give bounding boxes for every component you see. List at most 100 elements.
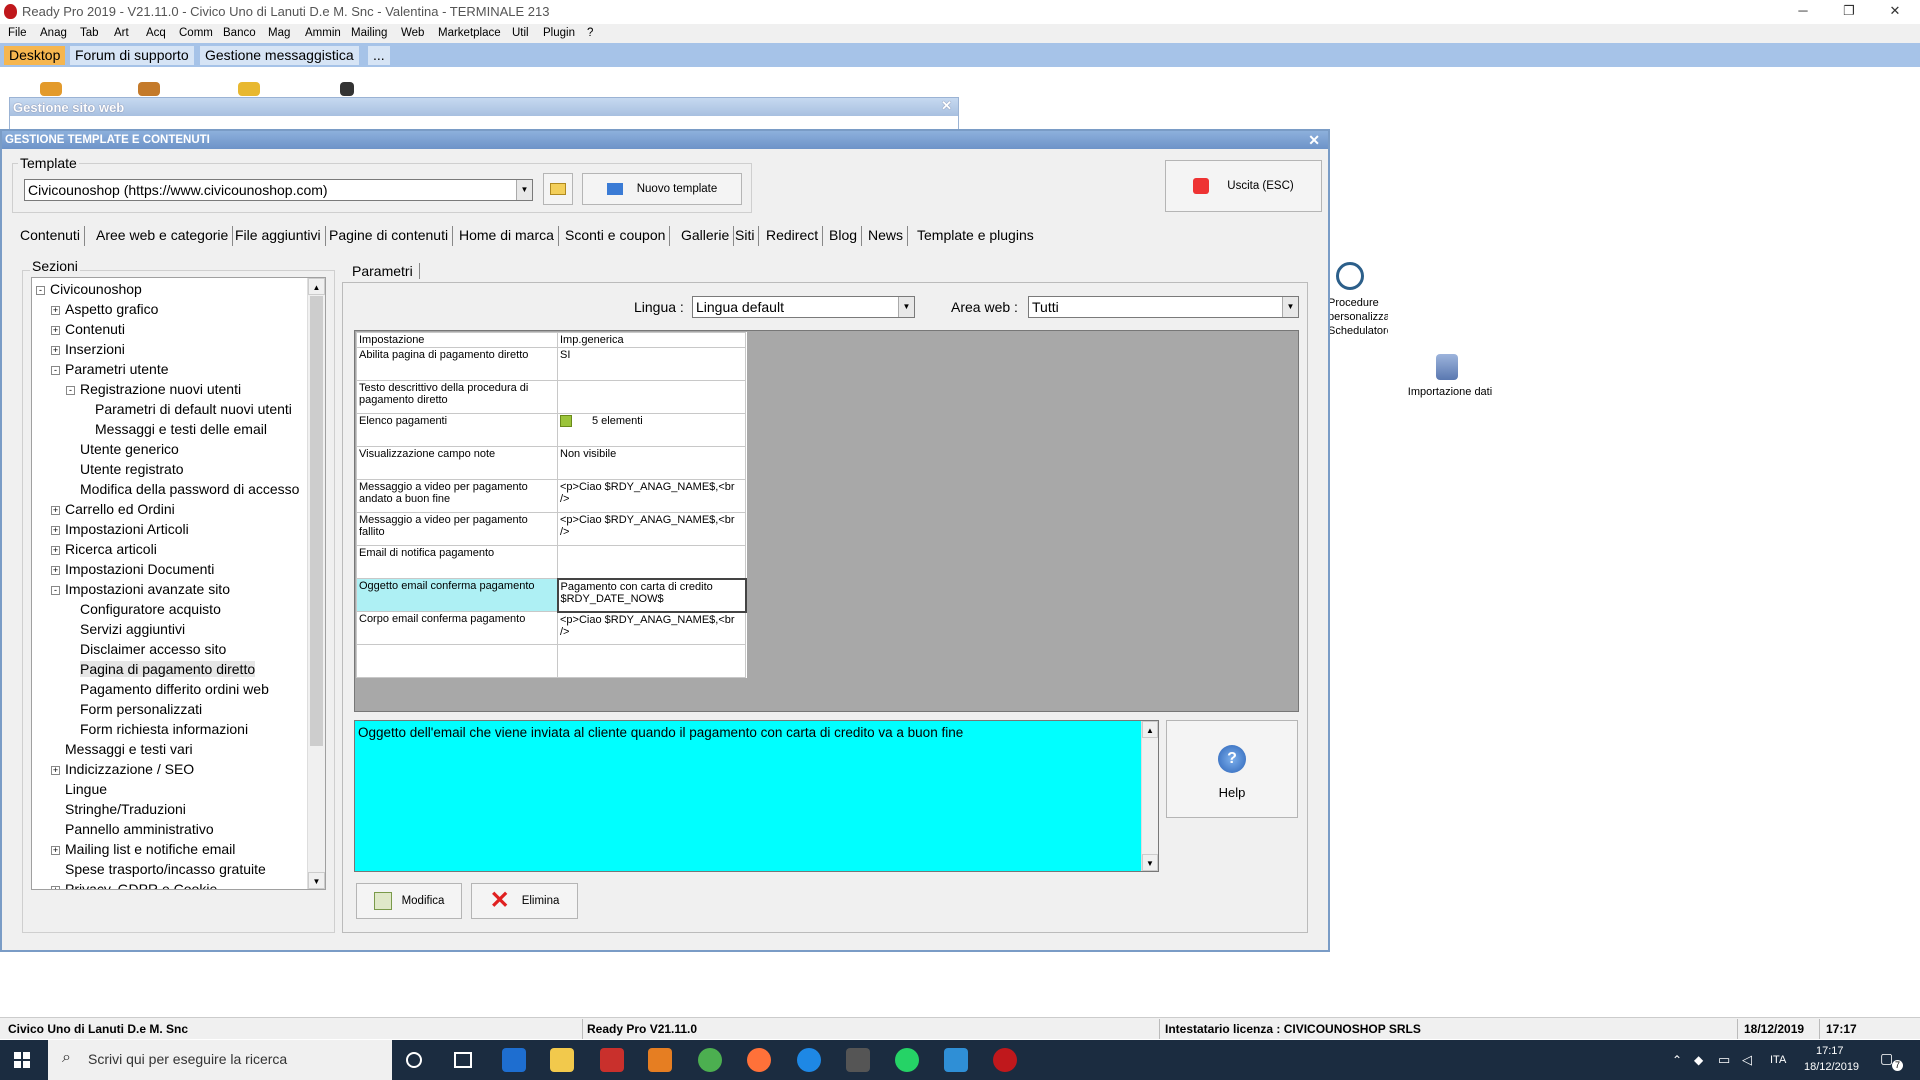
tree-node[interactable]: Registrazione nuovi utenti	[80, 381, 241, 397]
subtab-template-plugins[interactable]: Template e plugins	[913, 226, 1038, 246]
volume-icon[interactable]: ◁	[1742, 1052, 1752, 1068]
tree-node[interactable]: Impostazioni Articoli	[65, 521, 189, 537]
tree-node[interactable]: Utente registrato	[80, 461, 184, 477]
tree-node[interactable]: Mailing list e notifiche email	[65, 841, 235, 857]
table-row[interactable]: Corpo email conferma pagamento <p>Ciao $R…	[356, 611, 746, 645]
menu-acq[interactable]: Acq	[146, 27, 166, 39]
ready-pro-taskbar-icon[interactable]	[993, 1048, 1017, 1072]
expand-icon[interactable]: +	[51, 346, 60, 355]
subtab-sconti-coupon[interactable]: Sconti e coupon	[561, 226, 671, 246]
menu-util[interactable]: Util	[512, 27, 529, 39]
setting-name-cell[interactable]: Messaggio a video per pagamento andato a…	[356, 479, 558, 513]
clock-icon[interactable]	[1336, 262, 1364, 290]
scroll-down-icon[interactable]: ▼	[1142, 854, 1158, 871]
menu-marketplace[interactable]: Marketplace	[438, 27, 501, 39]
chrome-icon[interactable]	[698, 1048, 722, 1072]
expand-icon[interactable]: +	[51, 566, 60, 575]
setting-name-cell[interactable]: Visualizzazione campo note	[356, 446, 558, 480]
tree-node[interactable]: Contenuti	[65, 321, 125, 337]
tree-node[interactable]: Modifica della password di accesso	[80, 481, 299, 497]
modify-button[interactable]: Modifica	[356, 883, 462, 919]
tree-node[interactable]: Ricerca articoli	[65, 541, 157, 557]
delete-button[interactable]: ✕ Elimina	[471, 883, 578, 919]
tree-node[interactable]: Parametri di default nuovi utenti	[95, 401, 292, 417]
chevron-down-icon[interactable]: ▼	[516, 180, 532, 200]
whatsapp-icon[interactable]	[895, 1048, 919, 1072]
table-row[interactable]: Abilita pagina di pagamento diretto SI	[356, 347, 746, 381]
tree-node[interactable]: Inserzioni	[65, 341, 125, 357]
language-indicator[interactable]: ITA	[1770, 1054, 1786, 1066]
edge-icon[interactable]	[797, 1048, 821, 1072]
collapse-icon[interactable]: -	[66, 386, 75, 395]
expand-icon[interactable]: +	[51, 306, 60, 315]
menu-tab[interactable]: Tab	[80, 27, 99, 39]
tree-node[interactable]: Carrello ed Ordini	[65, 501, 175, 517]
taskbar-search[interactable]: ⌕ Scrivi qui per eseguire la ricerca	[48, 1040, 392, 1080]
tree-node[interactable]: Privacy, GDPR e Cookie	[65, 881, 217, 889]
table-row[interactable]: Oggetto email conferma pagamento Pagament…	[356, 577, 747, 613]
setting-value-cell[interactable]	[557, 545, 746, 579]
tree-node[interactable]: Pagamento differito ordini web	[80, 681, 269, 697]
area-select[interactable]: Tutti ▼	[1028, 296, 1299, 318]
collapse-icon[interactable]: -	[36, 286, 45, 295]
menu-plugin[interactable]: Plugin	[543, 27, 575, 39]
desktop-icon[interactable]	[238, 82, 260, 96]
tree-node[interactable]: Aspetto grafico	[65, 301, 158, 317]
expand-icon[interactable]: +	[51, 886, 60, 889]
restore-button[interactable]: ❐	[1826, 0, 1872, 24]
tree-node[interactable]: Pannello amministrativo	[65, 821, 214, 837]
subtab-siti[interactable]: Siti	[731, 226, 760, 246]
menu-mailing[interactable]: Mailing	[351, 27, 387, 39]
tree-node[interactable]: Impostazioni avanzate sito	[65, 581, 230, 597]
help-button[interactable]: ? Help	[1166, 720, 1298, 818]
setting-value-cell[interactable]: 5 elementi	[557, 413, 746, 447]
desc-scrollbar[interactable]: ▲ ▼	[1141, 721, 1158, 871]
close-icon[interactable]: ✕	[941, 98, 952, 114]
subtab-contenuti[interactable]: Contenuti	[16, 226, 85, 246]
setting-name-cell[interactable]: Abilita pagina di pagamento diretto	[356, 347, 558, 381]
expand-icon[interactable]: +	[51, 326, 60, 335]
table-row[interactable]: Messaggio a video per pagamento andato a…	[356, 479, 746, 513]
tree-node[interactable]: Stringhe/Traduzioni	[65, 801, 186, 817]
tree-node[interactable]: Configuratore acquisto	[80, 601, 221, 617]
setting-name-cell[interactable]: Corpo email conferma pagamento	[356, 611, 558, 645]
tab-more[interactable]: ...	[368, 46, 390, 65]
menu-ammin[interactable]: Ammin	[305, 27, 341, 39]
expand-icon[interactable]: +	[51, 846, 60, 855]
subtab-file-aggiuntivi[interactable]: File aggiuntivi	[231, 226, 326, 246]
subtab-news[interactable]: News	[864, 226, 909, 246]
setting-value-cell[interactable]: Non visibile	[557, 446, 746, 480]
scroll-down-icon[interactable]: ▼	[308, 872, 325, 889]
tree-node[interactable]: Impostazioni Documenti	[65, 561, 214, 577]
subtab-pagine-contenuti[interactable]: Pagine di contenuti	[325, 226, 454, 246]
filezilla-icon[interactable]	[600, 1048, 624, 1072]
setting-value-cell[interactable]	[557, 380, 746, 414]
exit-button[interactable]: Uscita (ESC)	[1165, 160, 1322, 212]
procedure-label[interactable]: Procedure personalizzate: Schedulatore	[1328, 296, 1388, 338]
sections-tree[interactable]: - Civicounoshop + Aspetto grafico + Contenuti…	[31, 277, 326, 890]
subtab-blog[interactable]: Blog	[825, 226, 863, 246]
table-row[interactable]: Messaggio a video per pagamento fallito <…	[356, 512, 746, 546]
setting-name-cell[interactable]: Email di notifica pagamento	[356, 545, 558, 579]
importazione-label[interactable]: Importazione dati	[1405, 386, 1495, 398]
media-player-icon[interactable]	[648, 1048, 672, 1072]
menu-comm[interactable]: Comm	[179, 27, 213, 39]
new-template-button[interactable]: Nuovo template	[582, 173, 742, 205]
tree-node[interactable]: Spese trasporto/incasso gratuite	[65, 861, 266, 877]
windows-start-icon[interactable]	[14, 1052, 30, 1068]
game-icon[interactable]	[846, 1048, 870, 1072]
menu-art[interactable]: Art	[114, 27, 129, 39]
subtab-aree-web[interactable]: Aree web e categorie	[92, 226, 234, 246]
setting-value-cell[interactable]: SI	[557, 347, 746, 381]
minimize-button[interactable]: ─	[1780, 0, 1826, 24]
tree-node[interactable]: Disclaimer accesso sito	[80, 641, 226, 657]
scroll-up-icon[interactable]: ▲	[1142, 721, 1158, 738]
expand-icon[interactable]: +	[51, 506, 60, 515]
chat-icon[interactable]	[944, 1048, 968, 1072]
setting-value-cell[interactable]: <p>Ciao $RDY_ANAG_NAME$,<br />	[557, 512, 746, 546]
tree-node[interactable]: Messaggi e testi delle email	[95, 421, 267, 437]
dropbox-icon[interactable]: ◆	[1694, 1053, 1703, 1067]
tree-node[interactable]: Parametri utente	[65, 361, 169, 377]
firefox-icon[interactable]	[747, 1048, 771, 1072]
setting-value-cell[interactable]: Pagamento con carta di credito $RDY_DATE…	[556, 577, 747, 613]
